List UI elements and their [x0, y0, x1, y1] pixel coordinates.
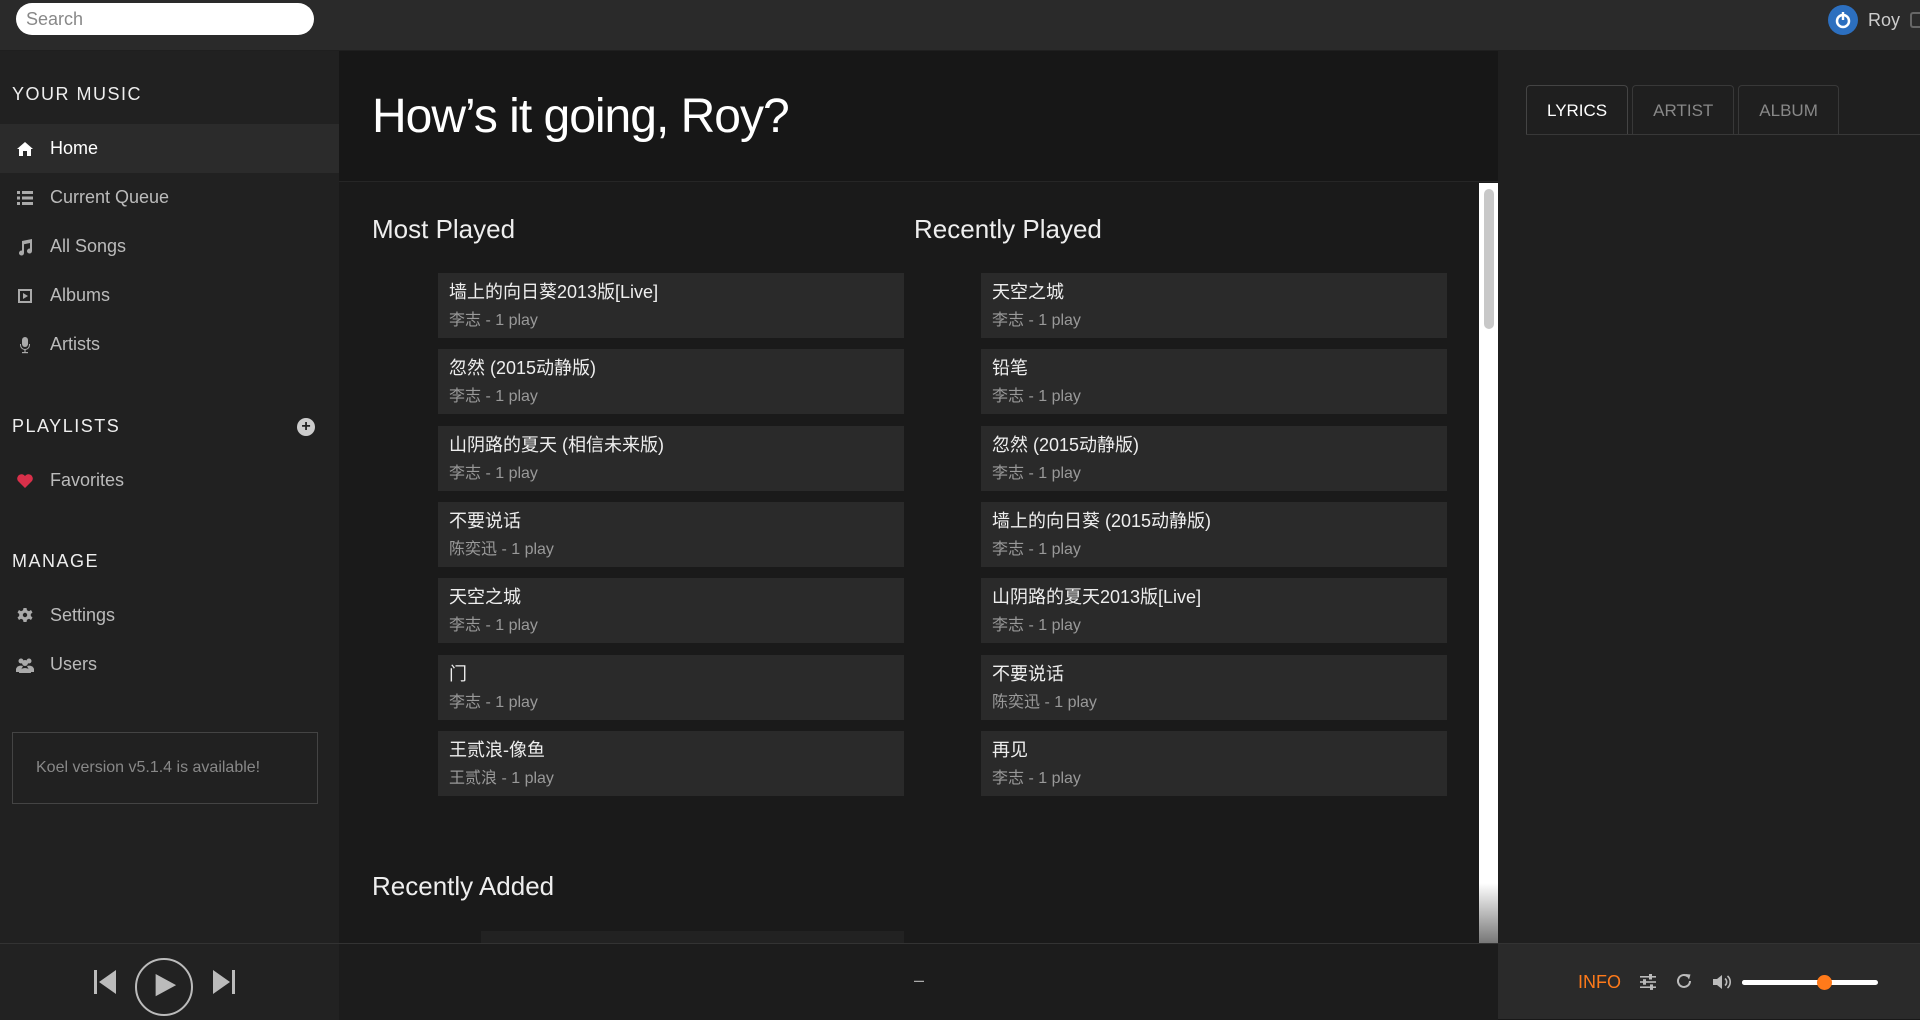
sidebar-item-albums[interactable]: Albums: [0, 271, 339, 320]
recently-played-song[interactable]: 墙上的向日葵 (2015动静版) 李志 - 1 play: [981, 502, 1447, 567]
volume-slider[interactable]: [1742, 975, 1878, 990]
main-content: How’s it going, Roy? Most Played Recentl…: [339, 51, 1498, 943]
music-note-icon: [16, 238, 34, 256]
sidebar-item-label: Artists: [50, 334, 101, 354]
sidebar-item-label: Settings: [50, 605, 116, 625]
recently-added-card[interactable]: [481, 931, 904, 943]
top-header: Roy: [0, 0, 1920, 51]
most-played-song[interactable]: 忽然 (2015动静版) 李志 - 1 play: [438, 349, 904, 414]
greeting-header: How’s it going, Roy?: [339, 51, 1498, 182]
repeat-icon[interactable]: [1675, 972, 1693, 990]
sidebar-item-favorites[interactable]: Favorites: [0, 456, 339, 505]
recently-played-song[interactable]: 忽然 (2015动静版) 李志 - 1 play: [981, 426, 1447, 491]
now-playing-area: –: [339, 944, 1498, 1020]
player-footer: – INFO: [0, 943, 1920, 1020]
album-icon: [16, 287, 34, 305]
heart-icon: [16, 472, 34, 490]
sidebar-item-label: Home: [50, 138, 99, 158]
recently-played-song[interactable]: 再见 李志 - 1 play: [981, 731, 1447, 796]
sidebar-item-settings[interactable]: Settings: [0, 591, 339, 640]
sidebar-item-label: Favorites: [50, 470, 125, 490]
recently-played-song[interactable]: 山阴路的夏天2013版[Live] 李志 - 1 play: [981, 578, 1447, 643]
scrollbar[interactable]: [1479, 183, 1498, 943]
recently-played-song[interactable]: 天空之城 李志 - 1 play: [981, 273, 1447, 338]
most-played-song[interactable]: 门李志 - 1 play: [438, 655, 904, 720]
most-played-song[interactable]: 天空之城 李志 - 1 play: [438, 578, 904, 643]
sidebar-item-artists[interactable]: Artists: [0, 320, 339, 369]
sidebar-item-label: Albums: [50, 285, 111, 305]
extra-tabs: LYRICS ARTIST ALBUM: [1526, 85, 1839, 135]
most-played-song[interactable]: 山阴路的夏天 (相信未来版) 李志 - 1 play: [438, 426, 904, 491]
microphone-icon: [16, 336, 34, 354]
gear-icon: [16, 607, 34, 625]
tab-album[interactable]: ALBUM: [1738, 85, 1839, 135]
next-button[interactable]: [212, 968, 236, 996]
sidebar-item-label: Current Queue: [50, 187, 170, 207]
sidebar-item-current-queue[interactable]: Current Queue: [0, 173, 339, 222]
version-notice[interactable]: Koel version v5.1.4 is available!: [12, 732, 318, 804]
volume-icon[interactable]: [1712, 973, 1732, 991]
now-playing-text: –: [914, 970, 925, 990]
search-input[interactable]: [16, 3, 314, 35]
info-button[interactable]: INFO: [1578, 972, 1621, 993]
play-icon: [155, 973, 177, 997]
avatar[interactable]: [1827, 5, 1858, 35]
recently-played-title: Recently Played: [914, 214, 1102, 244]
list-icon: [16, 189, 34, 207]
your-music-title: YOUR MUSIC: [12, 84, 143, 104]
tabs-divider: [1526, 134, 1920, 135]
most-played-song[interactable]: 不要说话 陈奕迅 - 1 play: [438, 502, 904, 567]
home-icon: [16, 140, 34, 158]
sidebar-item-all-songs[interactable]: All Songs: [0, 222, 339, 271]
volume-fill: [1742, 980, 1824, 985]
next-icon: [213, 970, 235, 994]
user-name[interactable]: Roy: [1868, 10, 1900, 31]
equalizer-icon[interactable]: [1639, 973, 1657, 991]
tab-lyrics[interactable]: LYRICS: [1526, 85, 1629, 135]
sidebar-item-users[interactable]: Users: [0, 640, 339, 689]
recently-added-title: Recently Added: [372, 871, 555, 901]
recently-played-song[interactable]: 不要说话 陈奕迅 - 1 play: [981, 655, 1447, 720]
extra-panel: LYRICS ARTIST ALBUM: [1498, 51, 1920, 943]
version-notice-text: Koel version v5.1.4 is available!: [36, 759, 261, 776]
volume-knob[interactable]: [1816, 975, 1832, 990]
scrollbar-thumb[interactable]: [1484, 189, 1494, 329]
users-icon: [16, 656, 34, 674]
add-playlist-icon[interactable]: +: [297, 418, 315, 436]
most-played-title: Most Played: [372, 214, 516, 244]
player-controls-area: [0, 944, 339, 1020]
previous-button[interactable]: [93, 968, 117, 996]
playlists-title: PLAYLISTS: [12, 416, 121, 436]
user-badge[interactable]: Roy: [1827, 0, 1920, 40]
sidebar-item-label: Users: [50, 654, 98, 674]
sidebar-item-home[interactable]: Home: [0, 124, 339, 173]
power-icon: [1835, 12, 1851, 29]
previous-icon: [94, 970, 116, 994]
page-title: How’s it going, Roy?: [372, 90, 790, 143]
most-played-song[interactable]: 王贰浪-像鱼 王贰浪 - 1 play: [438, 731, 904, 796]
manage-title: MANAGE: [12, 551, 100, 571]
play-button[interactable]: [135, 958, 193, 1016]
sidebar: YOUR MUSIC Home Current Queue All Songs …: [0, 51, 339, 943]
logout-icon[interactable]: [1910, 12, 1920, 28]
scrollbar-fade: [1479, 883, 1498, 943]
most-played-song[interactable]: 墙上的向日葵2013版[Live] 李志 - 1 play: [438, 273, 904, 338]
tab-artist[interactable]: ARTIST: [1632, 85, 1735, 135]
recently-played-song[interactable]: 铅笔 李志 - 1 play: [981, 349, 1447, 414]
sidebar-item-label: All Songs: [50, 236, 127, 256]
